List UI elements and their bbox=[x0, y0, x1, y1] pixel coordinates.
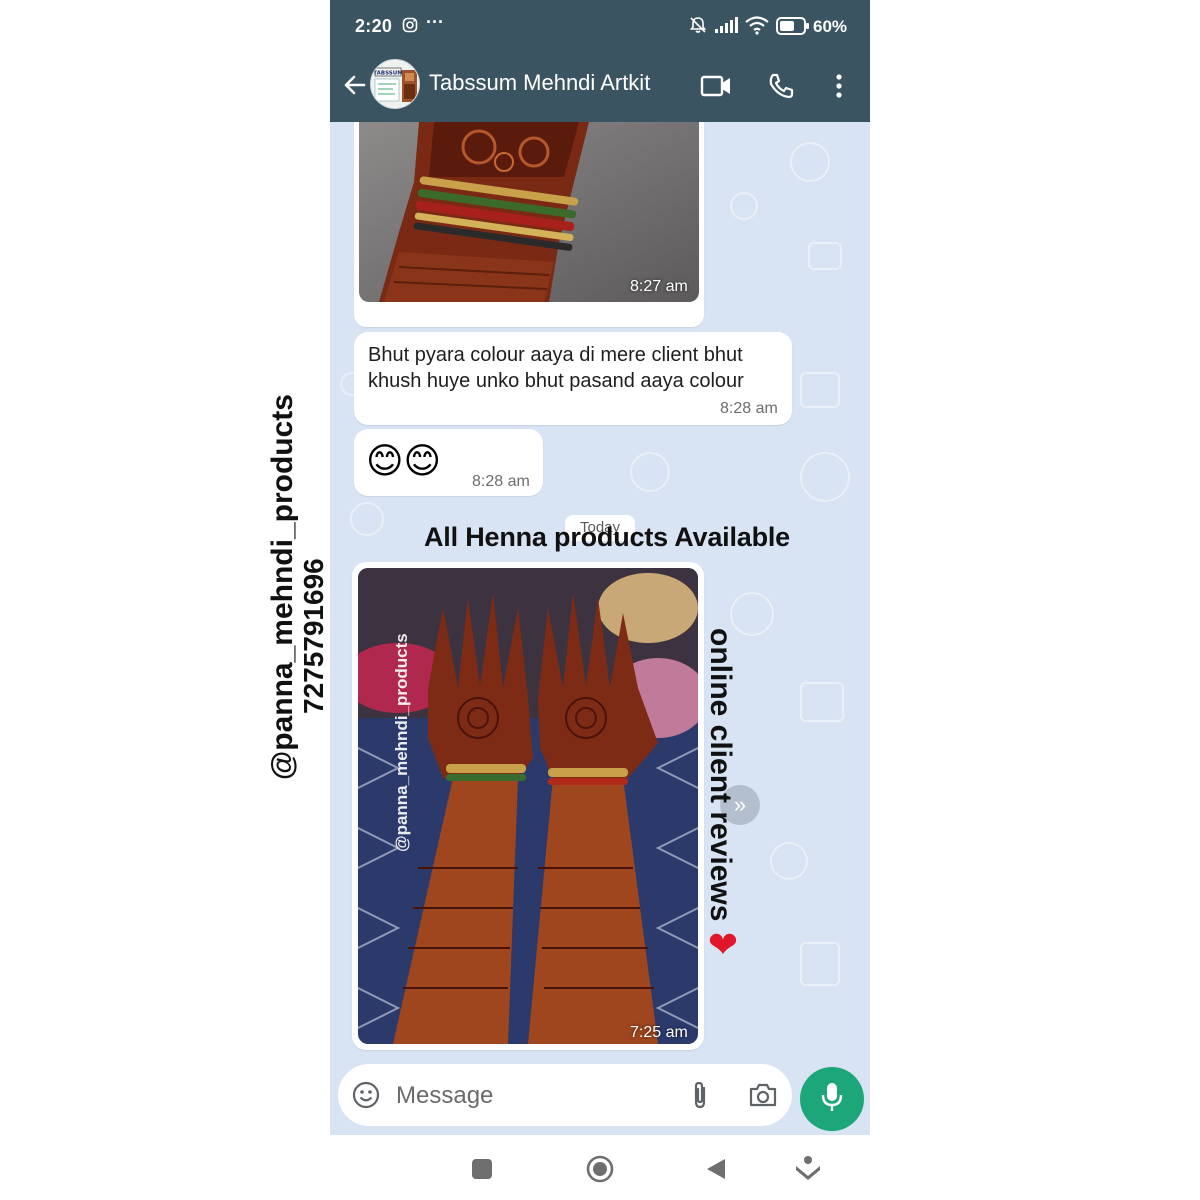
wallpaper-doodle bbox=[790, 142, 830, 182]
phone-screen: 2:20 ··· 60% TABSSUM Tabssum Mehndi Artk… bbox=[330, 0, 870, 1135]
chat-header: TABSSUM Tabssum Mehndi Artkit bbox=[330, 54, 870, 122]
wifi-icon bbox=[744, 15, 770, 35]
wallpaper-doodle bbox=[800, 452, 850, 502]
mic-button[interactable] bbox=[800, 1067, 864, 1131]
emoji-message[interactable]: 😊😊 8:28 am bbox=[354, 429, 543, 496]
assistant-icon[interactable] bbox=[792, 1153, 824, 1185]
mic-icon bbox=[820, 1081, 844, 1118]
attach-icon[interactable] bbox=[684, 1079, 716, 1111]
reviews-caption: online client reviews ❤ bbox=[702, 628, 744, 965]
image-message[interactable]: @panna_mehndi_products 7:25 am bbox=[352, 562, 704, 1050]
wallpaper-doodle bbox=[800, 942, 840, 986]
message-time: 7:25 am bbox=[630, 1024, 688, 1041]
emoji-icon[interactable] bbox=[350, 1079, 382, 1111]
mehndi-photo-1[interactable] bbox=[359, 122, 699, 302]
wallpaper-doodle bbox=[808, 242, 842, 270]
promo-title: All Henna products Available bbox=[424, 522, 790, 552]
image-message[interactable]: 8:27 am bbox=[354, 122, 704, 327]
heart-icon: ❤ bbox=[707, 923, 739, 965]
system-nav-bar bbox=[330, 1135, 870, 1200]
message-time: 8:28 am bbox=[472, 473, 530, 490]
message-time: 8:27 am bbox=[630, 278, 688, 295]
chat-title[interactable]: Tabssum Mehndi Artkit bbox=[429, 70, 650, 96]
wallpaper-doodle bbox=[800, 682, 844, 722]
more-vert-icon[interactable] bbox=[821, 68, 857, 104]
message-input-bar[interactable]: Message bbox=[338, 1064, 792, 1126]
image-watermark: @panna_mehndi_products bbox=[392, 633, 411, 852]
status-time: 2:20 bbox=[355, 16, 393, 36]
message-input[interactable]: Message bbox=[396, 1082, 493, 1110]
text-message[interactable]: Bhut pyara colour aaya di mere client bh… bbox=[354, 332, 792, 425]
chat-area[interactable]: 8:27 am Bhut pyara colour aaya di mere c… bbox=[330, 122, 870, 1135]
avatar-logo-text: TABSSUM bbox=[373, 71, 402, 77]
more-notifications-icon: ··· bbox=[426, 12, 444, 32]
instagram-handle: @panna_mehndi_products bbox=[266, 394, 299, 780]
camera-icon[interactable] bbox=[747, 1079, 779, 1111]
back-icon[interactable] bbox=[700, 1153, 732, 1185]
signal-icon bbox=[714, 16, 740, 34]
recents-icon[interactable] bbox=[466, 1153, 498, 1185]
video-call-icon[interactable] bbox=[698, 68, 734, 104]
message-time: 8:28 am bbox=[720, 400, 778, 417]
battery-percent: 60% bbox=[813, 17, 848, 36]
screenshot-canvas: 2:20 ··· 60% TABSSUM Tabssum Mehndi Artk… bbox=[0, 0, 1200, 1200]
message-text: Bhut pyara colour aaya di mere client bh… bbox=[368, 344, 744, 392]
reviews-caption-text: online client reviews bbox=[704, 628, 737, 922]
home-icon[interactable] bbox=[584, 1153, 616, 1185]
contact-avatar[interactable]: TABSSUM bbox=[370, 59, 420, 109]
wallpaper-doodle bbox=[800, 372, 840, 408]
wallpaper-doodle bbox=[630, 452, 670, 492]
status-bar: 2:20 ··· 60% bbox=[330, 0, 870, 54]
battery-icon bbox=[776, 17, 810, 35]
wallpaper-doodle bbox=[770, 842, 808, 880]
wallpaper-doodle bbox=[730, 192, 758, 220]
instagram-icon bbox=[402, 17, 418, 33]
back-arrow-icon[interactable] bbox=[340, 70, 370, 100]
contact-phone-number: 7275791696 bbox=[298, 558, 329, 714]
wallpaper-doodle bbox=[350, 502, 384, 536]
phone-call-icon[interactable] bbox=[763, 68, 799, 104]
emoji-text: 😊😊 bbox=[366, 440, 442, 481]
muted-bell-icon bbox=[688, 15, 708, 35]
